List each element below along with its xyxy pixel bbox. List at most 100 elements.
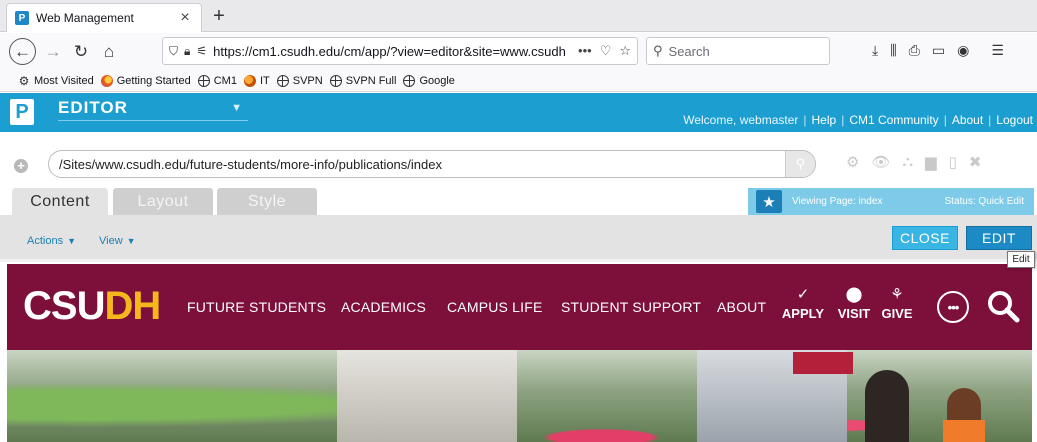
chevron-down-icon: ▼ [231,101,242,114]
cms-logo[interactable]: P [10,99,34,125]
path-row: + /Sites/www.csudh.edu/future-students/m… [0,132,1037,188]
hero-banner-sign [793,352,853,374]
viewing-status-bar: ★ Viewing Page: index Status: Quick Edit [748,188,1034,215]
download-icon[interactable]: ⤓ [872,42,878,59]
csudh-logo[interactable]: CSUDH [23,284,161,328]
edit-tooltip: Edit [1007,251,1035,268]
status-text: Status: Quick Edit [944,196,1024,207]
nav-student-support[interactable]: STUDENT SUPPORT [561,299,701,315]
back-arrow-icon[interactable]: ← [9,38,36,65]
help-link[interactable]: Help [812,113,837,127]
giving-hand-icon: ⚘ [890,286,904,303]
tab-content[interactable]: Content [12,188,108,215]
viewing-page-text: Viewing Page: index [792,196,883,207]
reader-view-icon[interactable]: ▭ [932,42,945,59]
new-tab-button[interactable]: + [208,4,230,28]
nav-academics[interactable]: ACADEMICS [341,299,426,315]
site-nav-bar: CSUDH FUTURE STUDENTS ACADEMICS CAMPUS L… [7,264,1032,350]
close-button[interactable]: CLOSE [892,226,958,250]
actions-menu[interactable]: Actions ▼ [27,235,76,247]
nav-about[interactable]: ABOUT [717,299,766,315]
nav-future-students[interactable]: FUTURE STUDENTS [187,299,326,315]
caret-down-icon: ▼ [67,236,76,246]
map-pin-icon: ⬤ [845,286,863,303]
cms-tab-row: Content Layout Style ★ Viewing Page: ind… [0,188,1037,215]
edit-button[interactable]: EDIT [966,226,1032,250]
new-page-icon[interactable]: ▯ [949,153,957,171]
search-input[interactable] [668,43,819,59]
bookmark-svpn[interactable]: SVPN [276,74,323,87]
firefox-icon [100,74,113,87]
home-icon[interactable]: ⌂ [96,39,122,65]
sitemap-icon[interactable]: ⛬ [903,153,914,171]
browser-tab[interactable]: P Web Management × [6,3,202,32]
path-toolbar: ⚙ 👁︎ ⛬ ▆ ▯ ✖ [846,153,981,171]
bookmarks-bar: ⚙ Most Visited Getting Started CM1 IT SVP… [0,70,1037,92]
checkmark-icon: ✓ [796,286,810,303]
nav-campus-life[interactable]: CAMPUS LIFE [447,299,543,315]
path-text[interactable]: /Sites/www.csudh.edu/future-students/mor… [59,157,785,172]
bookmark-svpn-full[interactable]: SVPN Full [329,74,396,87]
quick-link-visit[interactable]: ⬤ VISIT [831,286,877,321]
globe-icon [329,74,342,87]
tab-layout[interactable]: Layout [113,188,213,215]
header-links: Welcome, webmaster | Help | CM1 Communit… [683,113,1033,127]
view-menu[interactable]: View ▼ [99,235,136,247]
community-link[interactable]: CM1 Community [849,113,938,127]
path-input[interactable]: /Sites/www.csudh.edu/future-students/mor… [48,150,816,178]
search-icon: ⚲ [653,43,663,58]
cms-favicon-icon: P [15,11,29,25]
close-tab-icon[interactable]: × [177,10,193,26]
print-icon[interactable]: ⎙ [909,42,920,59]
bookmark-getting-started[interactable]: Getting Started [100,74,191,87]
tab-title: Web Management [36,11,134,25]
forward-arrow-icon[interactable]: → [40,39,66,65]
globe-icon [276,74,289,87]
star-icon[interactable]: ★ [756,190,782,213]
welcome-text: Welcome, webmaster [683,113,799,127]
menu-icon[interactable]: ☰ [991,42,1004,59]
bookmark-cm1[interactable]: CM1 [197,74,237,87]
new-folder-icon[interactable]: ▆ [925,153,937,171]
preview-eye-icon[interactable]: 👁︎ [871,153,890,171]
path-search-icon[interactable]: ⚲ [785,151,815,177]
logout-link[interactable]: Logout [996,113,1033,127]
account-icon[interactable]: ◉ [957,42,969,59]
tab-style[interactable]: Style [217,188,317,215]
caret-down-icon: ▼ [126,236,136,246]
quick-link-give[interactable]: ⚘ GIVE [874,286,920,321]
editor-dropdown[interactable]: EDITOR ▼ [58,95,248,121]
quick-link-apply[interactable]: ✓ APPLY [780,286,826,321]
bookmark-google[interactable]: Google [403,74,455,87]
bookmark-most-visited[interactable]: ⚙ Most Visited [18,75,94,87]
bookmark-it[interactable]: IT [243,74,270,87]
hero-person-shirt [943,420,985,442]
url-text[interactable]: https://cm1.csudh.edu/cm/app/?view=edito… [213,44,574,59]
bookmark-star-icon[interactable]: ☆ [619,43,631,59]
hero-image [7,350,1032,442]
cms-header: P EDITOR ▼ Welcome, webmaster | Help | C… [0,93,1037,132]
add-icon[interactable]: + [14,159,28,173]
page-actions-icon[interactable]: ••• [578,43,592,59]
site-search-icon[interactable] [985,288,1021,324]
pocket-icon[interactable]: ♡ [600,43,612,59]
library-icon[interactable]: ⫼ [890,42,896,59]
editor-label: EDITOR [58,97,128,117]
address-bar[interactable]: ⛉ 🔒︎ ⚟ https://cm1.csudh.edu/cm/app/?vie… [162,37,638,65]
reload-icon[interactable]: ↻ [68,39,94,65]
browser-tab-strip: P Web Management × + [0,0,1037,32]
gear-icon: ⚙ [18,73,30,88]
shield-icon[interactable]: ⛉ [169,44,178,59]
globe-icon [197,74,210,87]
search-bar[interactable]: ⚲ [646,37,830,65]
permissions-icon[interactable]: ⚟ [196,44,207,58]
delete-x-icon[interactable]: ✖ [969,153,982,171]
action-bar: Actions ▼ View ▼ CLOSE EDIT [0,215,1037,262]
browser-nav-bar: ← → ↻ ⌂ ⛉ 🔒︎ ⚟ https://cm1.csudh.edu/cm/… [0,33,1037,70]
more-menu-button[interactable]: ••• [937,291,969,323]
settings-gear-icon[interactable]: ⚙ [846,153,859,171]
hero-building [337,350,517,442]
about-link[interactable]: About [952,113,983,127]
orange-globe-icon [243,74,256,87]
lock-icon[interactable]: 🔒︎ [184,44,190,59]
